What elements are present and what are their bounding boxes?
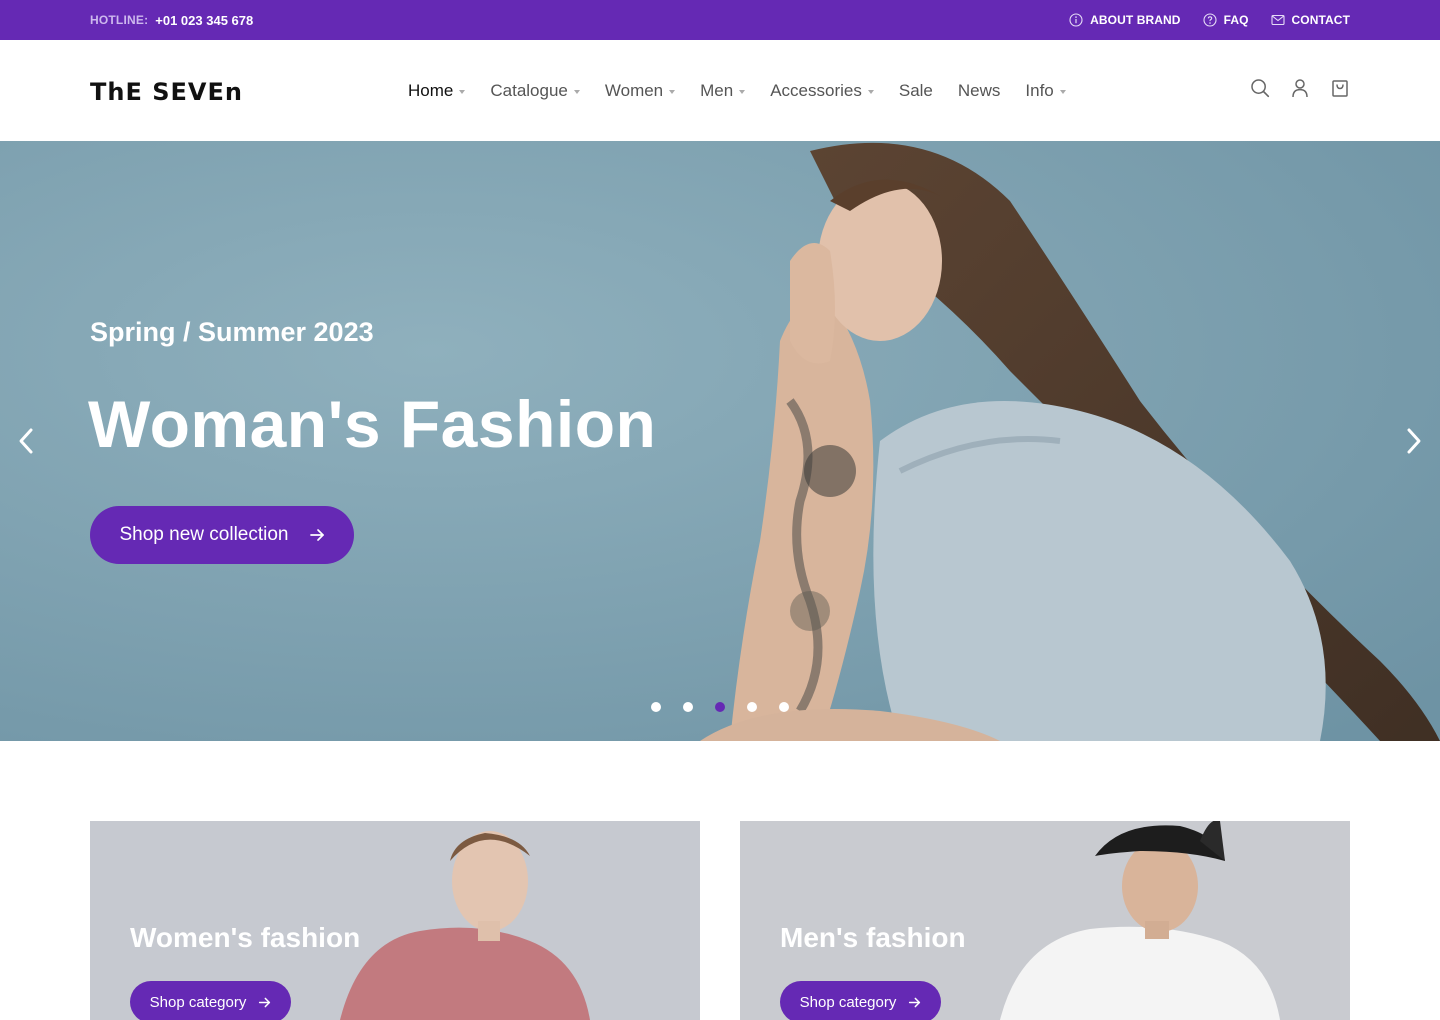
hero-subtitle: Spring / Summer 2023 <box>90 317 374 347</box>
nav-item-label: Women <box>604 80 664 100</box>
site-header: ThE SEVEn Home Catalogue Women Men Acces… <box>0 40 1440 141</box>
shop-new-collection-button[interactable]: Shop new collection <box>90 506 354 564</box>
slider-dot[interactable] <box>779 702 789 712</box>
top-bar: HOTLINE: +01 023 345 678 ABOUT BRAND FAQ… <box>0 0 1440 40</box>
caret-down-icon <box>1059 89 1066 94</box>
caret-down-icon <box>459 89 466 94</box>
shop-men-category-button[interactable]: Shop category <box>780 981 941 1020</box>
nav-item-news[interactable]: News <box>958 81 1001 101</box>
nav-item-label: News <box>957 80 1001 100</box>
nav-item-label: Men <box>700 80 734 100</box>
info-icon <box>1069 13 1083 27</box>
caret-down-icon <box>669 89 676 94</box>
men-category-banner[interactable]: Men's fashion Shop category <box>740 821 1350 1020</box>
nav-item-home[interactable]: Home <box>408 80 466 101</box>
contact-link[interactable]: CONTACT <box>1270 13 1350 27</box>
nav-item-sale[interactable]: Sale <box>899 81 933 101</box>
slider-dot-active[interactable] <box>715 702 725 712</box>
logo[interactable]: ThE SEVEn <box>90 78 243 106</box>
arrow-right-icon <box>309 529 324 541</box>
arrow-right-icon <box>259 997 271 1007</box>
women-category-title: Women's fashion <box>130 922 361 953</box>
shop-women-category-button[interactable]: Shop category <box>130 981 291 1020</box>
nav-item-label: Info <box>1025 80 1054 100</box>
caret-down-icon <box>739 89 746 94</box>
shop-category-label: Shop category <box>799 993 897 1011</box>
shop-category-label: Shop category <box>149 993 247 1011</box>
nav-item-info[interactable]: Info <box>1025 80 1066 101</box>
question-icon <box>1203 13 1217 27</box>
search-icon <box>1251 79 1270 98</box>
hotline-label: HOTLINE: <box>90 13 149 27</box>
hotline-number[interactable]: +01 023 345 678 <box>155 13 253 28</box>
about-brand-link[interactable]: ABOUT BRAND <box>1069 13 1180 27</box>
slider-dot[interactable] <box>747 702 757 712</box>
nav-item-label: Home <box>408 80 454 100</box>
caret-down-icon <box>573 89 580 94</box>
hero-slider: Spring / Summer 2023 Woman's Fashion Sho… <box>0 141 1440 741</box>
slider-dot[interactable] <box>651 702 661 712</box>
nav-item-catalogue[interactable]: Catalogue <box>490 81 580 101</box>
hotline: HOTLINE: +01 023 345 678 <box>90 0 253 40</box>
nav-item-label: Sale <box>898 80 933 100</box>
hero-title: Woman's Fashion <box>88 387 657 461</box>
about-brand-label: ABOUT BRAND <box>1090 13 1181 27</box>
header-icons <box>1250 78 1350 98</box>
caret-down-icon <box>867 89 874 94</box>
cart-button[interactable] <box>1330 78 1350 98</box>
slider-dot[interactable] <box>683 702 693 712</box>
faq-link[interactable]: FAQ <box>1203 13 1249 27</box>
top-links: ABOUT BRAND FAQ CONTACT <box>1069 0 1350 40</box>
search-button[interactable] <box>1250 78 1270 98</box>
faq-label: FAQ <box>1223 13 1249 27</box>
cta-label: Shop new collection <box>119 524 289 545</box>
slider-prev-button[interactable] <box>14 425 38 457</box>
cart-icon <box>1332 80 1348 97</box>
nav-item-accessories[interactable]: Accessories <box>770 81 874 101</box>
slider-dots <box>651 702 789 712</box>
main-nav: Home Catalogue Women Men Accessories Sal… <box>408 40 1066 141</box>
nav-item-label: Accessories <box>770 80 862 100</box>
mail-icon <box>1270 14 1285 26</box>
nav-item-women[interactable]: Women <box>604 80 676 101</box>
women-category-banner[interactable]: Women's fashion Shop category <box>90 821 700 1020</box>
contact-label: CONTACT <box>1291 13 1350 27</box>
slider-next-button[interactable] <box>1402 425 1426 457</box>
chevron-left-icon <box>19 428 33 454</box>
account-button[interactable] <box>1290 78 1310 98</box>
nav-item-label: Catalogue <box>490 80 568 100</box>
men-category-title: Men's fashion <box>780 922 966 953</box>
chevron-right-icon <box>1407 428 1421 454</box>
user-icon <box>1292 79 1308 98</box>
nav-item-men[interactable]: Men <box>700 80 746 101</box>
arrow-right-icon <box>909 997 921 1007</box>
